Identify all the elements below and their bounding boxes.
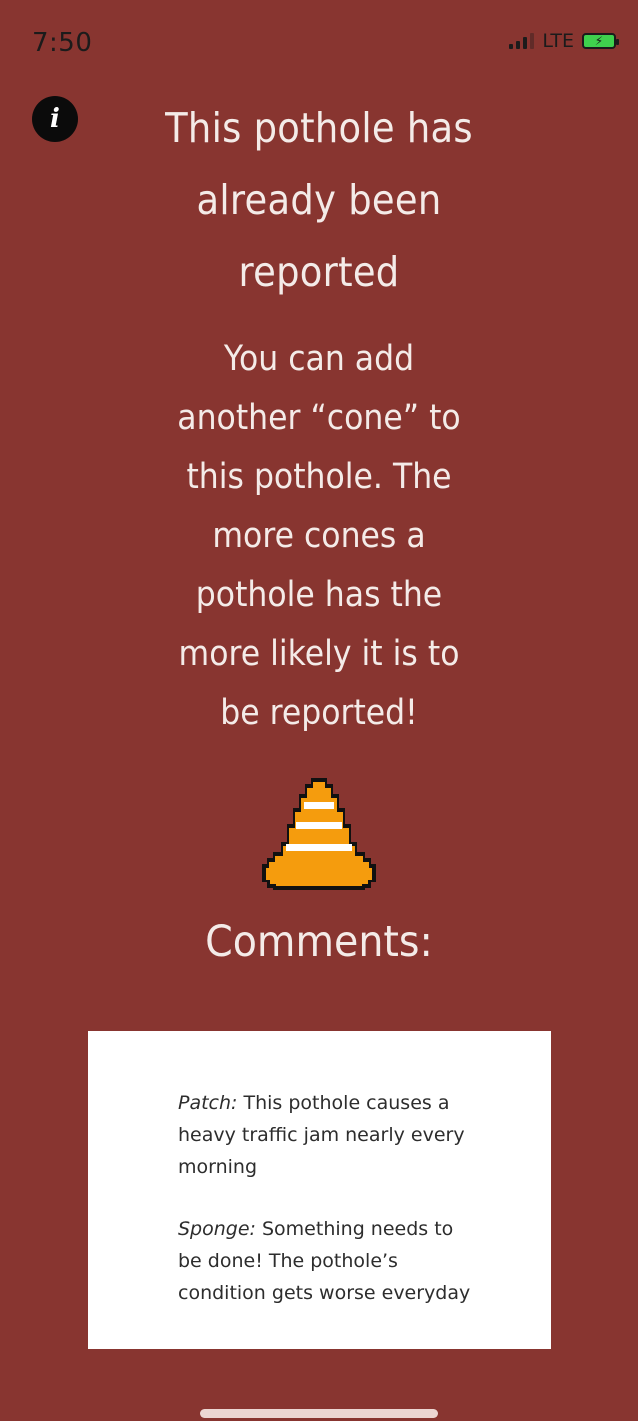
- traffic-cone-icon: [262, 778, 376, 890]
- comments-heading: Comments:: [205, 917, 433, 967]
- info-button[interactable]: i: [32, 96, 78, 142]
- add-cone-message: You can add another “cone” to this potho…: [177, 339, 461, 733]
- add-cone-button[interactable]: [262, 778, 376, 890]
- battery-charging-icon: ⚡: [582, 33, 619, 49]
- cellular-signal-icon: [509, 33, 535, 49]
- charging-bolt-icon: ⚡: [594, 34, 604, 48]
- status-indicators: LTE ⚡: [509, 30, 619, 52]
- comment-author: Patch:: [178, 1092, 238, 1114]
- comment-item: Patch: This pothole causes a heavy traff…: [178, 1087, 481, 1183]
- status-bar: 7:50 LTE ⚡: [0, 0, 638, 80]
- info-icon: i: [50, 104, 60, 134]
- comments-list: Patch: This pothole causes a heavy traff…: [88, 1031, 551, 1349]
- page-title: This pothole has already been reported: [165, 104, 473, 296]
- comment-author: Sponge:: [178, 1218, 256, 1240]
- network-type-label: LTE: [542, 30, 574, 52]
- home-indicator[interactable]: [200, 1409, 438, 1418]
- status-time: 7:50: [32, 28, 93, 58]
- comment-item: Sponge: Something needs to be done! The …: [178, 1213, 481, 1309]
